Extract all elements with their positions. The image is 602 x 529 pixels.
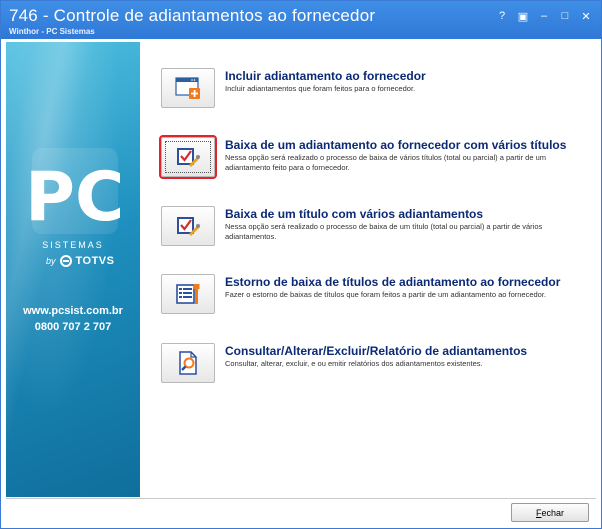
option-title[interactable]: Baixa de um título com vários adiantamen… bbox=[225, 207, 483, 221]
list-wrench-icon bbox=[176, 284, 200, 304]
option-description: Nessa opção será realizado o processo de… bbox=[225, 153, 547, 172]
brand-by-totvs: by TOTVS bbox=[46, 255, 115, 267]
option-title[interactable]: Estorno de baixa de títulos de adiantame… bbox=[225, 275, 560, 289]
option-incluir: Incluir adiantamento ao fornecedor Inclu… bbox=[161, 68, 591, 118]
option-estorno-baixa: Estorno de baixa de títulos de adiantame… bbox=[161, 274, 591, 324]
baixa-adiantamento-varios-titulos-button[interactable] bbox=[159, 135, 217, 179]
brand-by: by bbox=[46, 256, 56, 266]
option-description: Nessa opção será realizado o processo de… bbox=[225, 222, 543, 241]
brand-sheen bbox=[6, 42, 95, 497]
title-bar[interactable]: 746 - Controle de adiantamentos ao forne… bbox=[1, 1, 601, 39]
pc-logo-icon: PC bbox=[30, 148, 120, 237]
incluir-adiantamento-button[interactable] bbox=[161, 68, 215, 108]
fechar-button[interactable]: Fechar bbox=[511, 503, 589, 522]
checkbox-edit-icon bbox=[177, 148, 200, 167]
option-description: Fazer o estorno de baixas de títulos que… bbox=[225, 290, 547, 299]
help-icon[interactable]: ? bbox=[495, 9, 509, 23]
brand-panel: PC SISTEMAS by TOTVS www.pcsist.com.br 0… bbox=[6, 42, 140, 497]
option-baixa-titulo-varios-adiantamentos: Baixa de um título com vários adiantamen… bbox=[161, 206, 591, 256]
pc-logo-text: PC bbox=[30, 158, 120, 237]
minimize-icon[interactable]: – bbox=[537, 9, 551, 23]
maximize-icon[interactable]: □ bbox=[558, 9, 572, 23]
baixa-titulo-varios-adiantamentos-button[interactable] bbox=[161, 206, 215, 246]
option-description: Incluir adiantamentos que foram feitos p… bbox=[225, 84, 416, 93]
document-search-icon bbox=[179, 351, 197, 375]
estorno-baixa-button[interactable] bbox=[161, 274, 215, 314]
brand-phone: 0800 707 2 707 bbox=[34, 321, 112, 333]
fechar-label: echar bbox=[541, 507, 564, 518]
window-controls: ? ▣ – □ ✕ bbox=[495, 9, 593, 23]
option-title[interactable]: Consultar/Alterar/Excluir/Relatório de a… bbox=[225, 344, 527, 358]
restore-layout-icon[interactable]: ▣ bbox=[516, 9, 530, 23]
option-description: Consultar, alterar, excluir, e ou emitir… bbox=[225, 359, 483, 368]
option-consultar: Consultar/Alterar/Excluir/Relatório de a… bbox=[161, 343, 591, 393]
option-title[interactable]: Baixa de um adiantamento ao fornecedor c… bbox=[225, 138, 566, 152]
window-subtitle: Winthor - PC Sistemas bbox=[9, 27, 95, 36]
window-add-icon bbox=[175, 77, 200, 99]
brand-url: www.pcsist.com.br bbox=[23, 305, 123, 317]
option-baixa-adiantamento-varios-titulos: Baixa de um adiantamento ao fornecedor c… bbox=[159, 135, 591, 187]
option-title[interactable]: Incluir adiantamento ao fornecedor bbox=[225, 69, 426, 83]
main-window: 746 - Controle de adiantamentos ao forne… bbox=[0, 0, 602, 529]
window-title: 746 - Controle de adiantamentos ao forne… bbox=[9, 6, 376, 25]
brand-sistemas: SISTEMAS bbox=[42, 240, 104, 250]
totvs-logo-icon bbox=[59, 255, 72, 267]
checkbox-edit-icon bbox=[177, 217, 200, 236]
brand-totvs: TOTVS bbox=[75, 255, 115, 267]
footer-divider bbox=[6, 498, 596, 499]
close-icon[interactable]: ✕ bbox=[579, 9, 593, 23]
consultar-adiantamentos-button[interactable] bbox=[161, 343, 215, 383]
